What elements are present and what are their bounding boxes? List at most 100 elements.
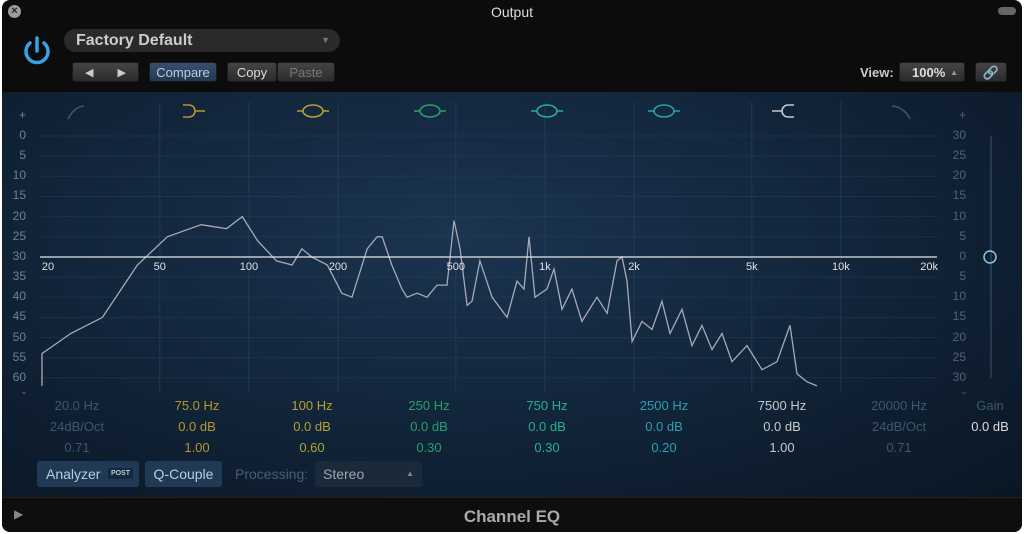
band-7-high-shelf-icon[interactable] [772,104,794,118]
frequency-label: 20 [42,261,54,273]
band-freq[interactable]: 7500 Hz [727,395,837,416]
band-gain[interactable]: 24dB/Oct [22,416,132,437]
band-q[interactable]: 0.30 [492,437,602,458]
band-q[interactable]: 0.30 [374,437,484,458]
link-button[interactable]: 🔗 [975,62,1007,82]
band-q[interactable]: 0.71 [22,437,132,458]
gain-scale-label: 5 [959,228,966,243]
level-scale-label: 10 [12,168,26,183]
frequency-label: 5k [746,261,758,273]
band-gain[interactable]: 0.0 dB [727,416,837,437]
level-scale-label[interactable]: - [6,385,26,399]
eq-panel: 20 50 100 200 500 1k 2k 5k 10k 20k 20.0 Hz 24dB/Oc… [2,92,1022,497]
level-scale-label: 50 [12,329,26,344]
gain-scale-label[interactable]: + [946,108,966,122]
band-freq[interactable]: 75.0 Hz [142,395,252,416]
band-3-column: 100 Hz 0.0 dB 0.60 [257,395,367,458]
gain-slider-handle[interactable] [983,250,997,264]
band-7-column: 7500 Hz 0.0 dB 1.00 [727,395,837,458]
copy-button[interactable]: Copy [227,62,277,82]
band-1-high-pass-icon[interactable] [67,105,85,120]
level-scale-label: 0 [19,128,26,142]
band-gain[interactable]: 0.0 dB [142,416,252,437]
next-preset-button[interactable]: ▶ [106,63,139,81]
band-6-column: 2500 Hz 0.0 dB 0.20 [609,395,719,458]
band-freq[interactable]: 250 Hz [374,395,484,416]
previous-preset-button[interactable]: ◀ [73,63,106,81]
frequency-label: 20k [920,261,938,273]
band-freq[interactable]: 750 Hz [492,395,602,416]
band-4-column: 250 Hz 0.0 dB 0.30 [374,395,484,458]
frequency-label: 200 [329,261,347,273]
compare-button[interactable]: Compare [149,62,217,82]
frequency-label: 10k [832,261,850,273]
gain-scale-label: 10 [952,208,966,223]
band-q[interactable]: 0.20 [609,437,719,458]
preset-menu[interactable]: Factory Default ▼ [64,29,340,52]
band-q[interactable]: 1.00 [142,437,252,458]
paste-button[interactable]: Paste [277,62,335,82]
gain-column: Gain 0.0 dB [935,395,1022,437]
level-scale-label: 30 [12,248,26,263]
band-freq[interactable]: 2500 Hz [609,395,719,416]
level-scale-label[interactable]: + [6,108,26,122]
level-scale-label: 15 [12,188,26,203]
level-scale-label: 20 [12,208,26,223]
band-3-bell-icon[interactable] [297,104,329,118]
band-4-bell-icon[interactable] [414,104,446,118]
gain-scale-label: 5 [959,269,966,284]
gain-scale-label: 30 [952,369,966,384]
processing-select[interactable]: Stereo▲▼ [315,461,422,504]
band-6-bell-icon[interactable] [648,104,680,118]
q-couple-button[interactable]: Q-Couple [145,461,222,487]
link-icon: 🔗 [982,65,1000,80]
band-8-low-pass-icon[interactable] [891,105,911,120]
processing-value: Stereo [323,466,365,482]
band-q[interactable]: 1.00 [727,437,837,458]
processing-label: Processing: [235,466,309,482]
analyzer-label: Analyzer [46,466,101,482]
gain-value[interactable]: 0.0 dB [935,416,1022,437]
view-label: View: [860,65,894,80]
band-freq[interactable]: 100 Hz [257,395,367,416]
gain-scale-label[interactable]: - [946,385,966,399]
gain-scale-label: 20 [952,168,966,183]
frequency-label: 1k [539,261,551,273]
gain-scale-label: 0 [959,248,966,263]
gain-scale-label: 20 [952,329,966,344]
band-gain[interactable]: 0.0 dB [257,416,367,437]
plugin-window: × Output Factory Default ▼ ◀ ▶ Compare Cop… [2,0,1022,532]
gain-scale-label: 25 [952,148,966,163]
window-title: Output [490,4,534,20]
band-gain[interactable]: 0.0 dB [374,416,484,437]
power-icon[interactable] [20,34,54,68]
band-q[interactable]: 0.71 [844,437,954,458]
band-q[interactable]: 0.60 [257,437,367,458]
frequency-label: 50 [154,261,166,273]
level-scale-label: 55 [12,349,26,364]
gain-scale-label: 15 [952,188,966,203]
preset-nav: ◀ ▶ [72,62,139,82]
footer-bar: ▶ Channel EQ [2,497,1022,532]
band-gain[interactable]: 0.0 dB [609,416,719,437]
band-gain[interactable]: 0.0 dB [492,416,602,437]
band-2-low-shelf-icon[interactable] [183,104,205,118]
level-scale-label: 40 [12,289,26,304]
level-scale-label: 35 [12,269,26,284]
level-scale-label: 60 [12,369,26,384]
chevron-down-icon: ▼ [321,35,330,45]
post-badge[interactable]: POST [107,468,133,479]
gain-scale-label: 15 [952,309,966,324]
gain-scale-label: 25 [952,349,966,364]
band-freq[interactable]: 20.0 Hz [22,395,132,416]
preset-name: Factory Default [76,32,193,49]
level-scale-label: 45 [12,309,26,324]
band-5-column: 750 Hz 0.0 dB 0.30 [492,395,602,458]
level-scale-label: 25 [12,228,26,243]
view-zoom-select[interactable]: 100% ▲ [899,62,965,82]
view-zoom-value: 100% [912,65,946,80]
analyzer-button[interactable]: Analyzer POST [37,461,139,487]
window-resize-button[interactable] [998,7,1016,15]
band-5-bell-icon[interactable] [531,104,563,118]
band-1-column: 20.0 Hz 24dB/Oct 0.71 [22,395,132,458]
